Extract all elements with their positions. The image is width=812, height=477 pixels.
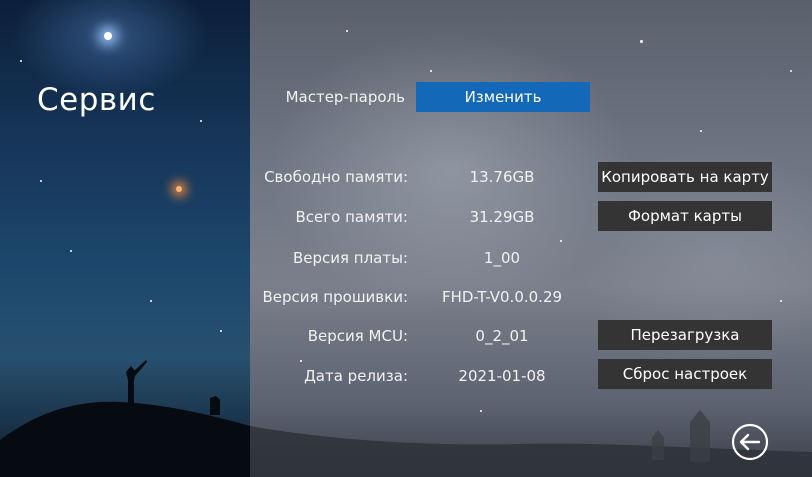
change-master-password-button[interactable]: Изменить [416,82,590,112]
format-card-button[interactable]: Формат карты [598,201,772,231]
reset-settings-button[interactable]: Сброс настроек [598,359,772,389]
hill-silhouette-illustration [0,360,812,477]
free-memory-label: Свободно памяти: [264,168,408,186]
service-screen: Сервис Мастер-пароль Изменить Свободно п… [0,0,812,477]
release-date-label: Дата релиза: [304,367,408,385]
reboot-button[interactable]: Перезагрузка [598,320,772,350]
total-memory-label: Всего памяти: [295,208,408,226]
back-arrow-icon [731,423,769,461]
mcu-version-label: Версия MCU: [307,327,408,345]
firmware-version-value: FHD-T-V0.0.0.29 [441,288,563,306]
total-memory-value: 31.29GB [469,208,535,226]
back-button[interactable] [731,423,769,461]
board-version-value: 1_00 [483,249,521,267]
free-memory-value: 13.76GB [469,168,535,186]
mcu-version-value: 0_2_01 [475,327,529,345]
release-date-value: 2021-01-08 [458,367,546,385]
page-title: Сервис [37,82,156,118]
board-version-label: Версия платы: [292,249,408,267]
firmware-version-label: Версия прошивки: [262,288,408,306]
copy-to-card-button[interactable]: Копировать на карту [598,162,772,192]
master-password-label: Мастер-пароль [285,88,405,106]
